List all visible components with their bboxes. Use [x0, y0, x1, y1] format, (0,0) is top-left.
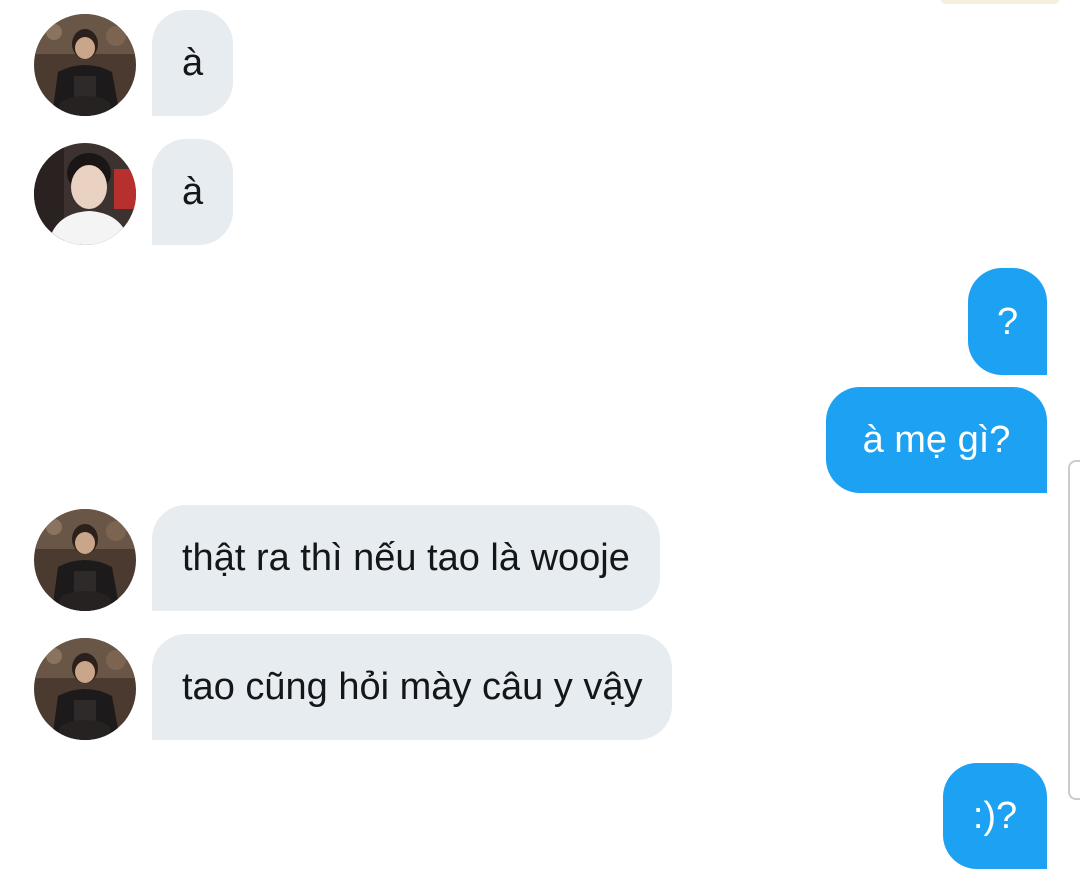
message-text: à mẹ gì?: [862, 419, 1011, 461]
sender-avatar[interactable]: [34, 509, 136, 611]
incoming-message-bubble[interactable]: à: [152, 139, 234, 245]
message-text: tao cũng hỏi mày câu y vậy: [182, 666, 643, 708]
conversation-thread: à à ? à mẹ gì? thật ra thì nếu tao là wo…: [0, 0, 1080, 893]
outgoing-message-bubble[interactable]: ?: [968, 268, 1047, 375]
previous-content-edge: [940, 0, 1060, 4]
message-text: à: [182, 171, 204, 213]
sender-avatar[interactable]: [34, 143, 136, 245]
incoming-message-bubble[interactable]: thật ra thì nếu tao là wooje: [152, 505, 660, 611]
sender-avatar[interactable]: [34, 638, 136, 740]
message-text: ?: [996, 300, 1019, 343]
avatar-dark-jacket-image: [34, 14, 136, 116]
incoming-message-bubble[interactable]: tao cũng hỏi mày câu y vậy: [152, 634, 673, 740]
message-text: :)?: [972, 795, 1018, 837]
outgoing-message-bubble[interactable]: à mẹ gì?: [826, 387, 1047, 493]
incoming-message-bubble[interactable]: à: [152, 10, 234, 116]
avatar-white-shirt-image: [34, 143, 136, 245]
avatar-dark-jacket-image: [34, 509, 136, 611]
message-text: à: [182, 42, 204, 84]
outgoing-message-bubble[interactable]: :)?: [943, 763, 1047, 869]
sender-avatar[interactable]: [34, 14, 136, 116]
message-text: thật ra thì nếu tao là wooje: [182, 537, 630, 579]
scrollbar-edge[interactable]: [1068, 460, 1080, 800]
avatar-dark-jacket-image: [34, 638, 136, 740]
